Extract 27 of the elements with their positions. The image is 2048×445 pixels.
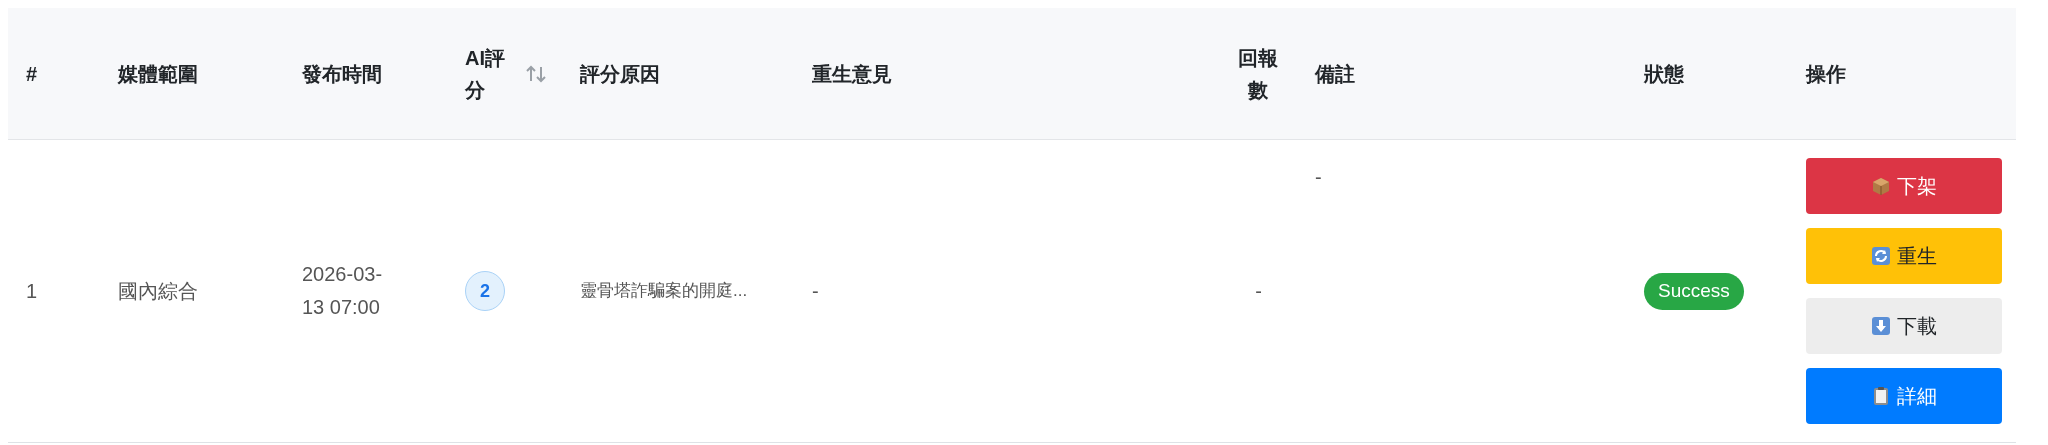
rebirth-opinion: - [812,279,819,304]
action-button[interactable]: 詳細 [1806,368,2002,424]
column-header: 發布時間 [302,61,382,87]
report-count: - [1255,279,1262,304]
box-icon [1871,176,1891,196]
refresh-icon [1871,246,1891,266]
clipboard-icon [1871,386,1891,406]
column-header: 狀態 [1644,61,1684,87]
column-header: 媒體範圍 [118,61,198,87]
publish-time: 2026-03-13 07:00 [302,262,383,320]
column-header: 備註 [1315,61,1355,87]
sort-icon[interactable] [525,63,547,84]
column-header[interactable]: AI評分 [465,41,547,106]
column-header: 評分原因 [580,61,660,87]
row-number: 1 [26,279,38,304]
media-scope: 國內綜合 [118,279,198,304]
action-button[interactable]: 下載 [1806,298,2002,354]
action-button[interactable]: 下架 [1806,158,2002,214]
score-reason: 靈骨塔詐騙案的開庭... [580,280,748,303]
column-header: 重生意見 [812,61,892,87]
status-badge: Success [1644,272,1744,310]
column-header: # [26,61,38,87]
column-header: 操作 [1806,61,1846,87]
score-badge: 2 [465,271,505,311]
action-button[interactable]: 重生 [1806,228,2002,284]
note: - [1315,166,1322,188]
column-header: 回報數 [1237,45,1279,103]
